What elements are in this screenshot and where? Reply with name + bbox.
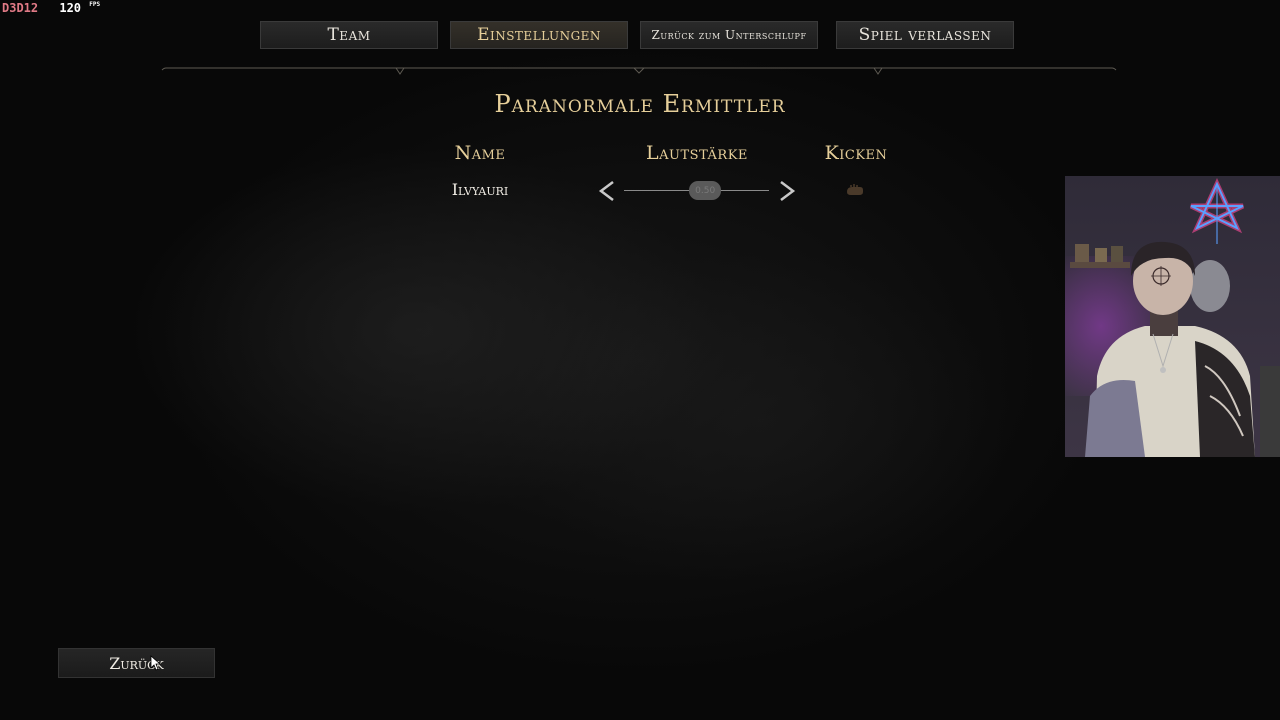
fps-unit: FPS [89, 1, 101, 8]
back-button[interactable]: Zurück [58, 648, 215, 678]
leave-game-button[interactable]: Spiel verlassen [836, 21, 1014, 49]
volume-slider-knob[interactable]: 0.50 [689, 181, 722, 200]
mouse-cursor-icon [150, 655, 162, 671]
chevron-left-icon[interactable] [596, 180, 618, 202]
fps-counter: 120 [59, 1, 82, 15]
graphics-api-label: D3D12 [2, 1, 39, 15]
hand-icon[interactable] [845, 182, 865, 198]
lobby-title: Paranormale Ermittler [494, 90, 786, 118]
chevron-right-icon[interactable] [776, 180, 798, 202]
column-header-name: Name [454, 142, 506, 164]
fps-overlay: D3D12 120 FPS [2, 1, 100, 15]
tab-settings[interactable]: Einstellungen [450, 21, 628, 49]
tab-team[interactable]: Team [260, 21, 438, 49]
top-navigation: Team Einstellungen Zurück zum Unterschlu… [0, 21, 1280, 51]
column-header-kick: Kicken [824, 142, 888, 164]
webcam-overlay [1065, 176, 1280, 457]
game-menu-screen: D3D12 120 FPS Team Einstellungen Zurück … [0, 0, 1280, 720]
webcam-feed-image [1065, 176, 1280, 457]
back-to-shelter-button[interactable]: Zurück zum Unterschlupf [640, 21, 818, 49]
player-name: Ilvyauri [451, 180, 509, 199]
ornamental-divider [161, 67, 1117, 75]
